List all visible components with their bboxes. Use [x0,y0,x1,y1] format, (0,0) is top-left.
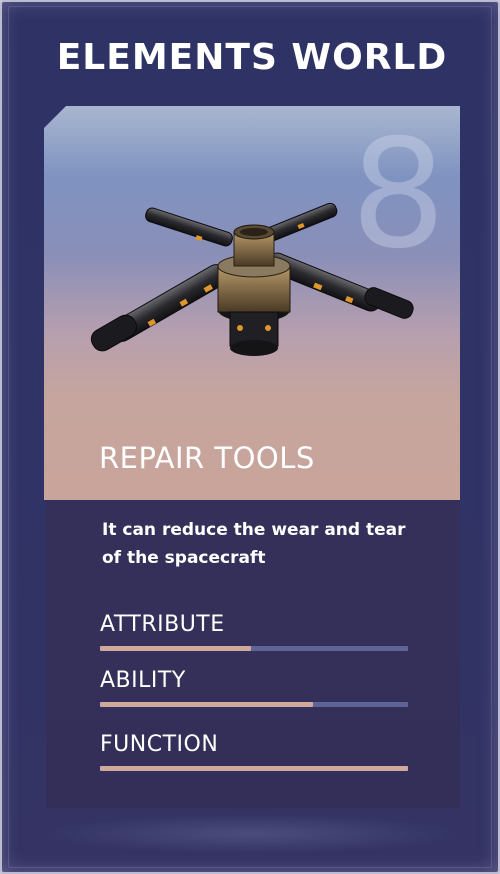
item-description: It can reduce the wear and tear of the s… [102,520,406,568]
stat-bar [100,766,408,771]
stat-bar [100,702,408,707]
card-bottom-glow [42,814,462,854]
stat-label: ABILITY [100,668,186,693]
stat-bar [100,646,408,651]
stat-bar-fill [100,766,408,771]
item-info-panel: It can reduce the wear and tear of the s… [46,500,460,808]
game-title: ELEMENTS WORLD [56,37,448,78]
stat-label: FUNCTION [100,732,219,757]
item-name: REPAIR TOOLS [99,441,315,475]
item-card: ELEMENTS WORLD 8 REPAIR TOOLS It can red… [0,0,500,874]
stat-function: FUNCTION [100,732,408,771]
stat-bar-fill [100,646,251,651]
stat-ability: ABILITY [100,668,408,707]
stat-attribute: ATTRIBUTE [100,612,408,651]
stat-bar-fill [100,702,313,707]
repair-tool-drone-icon [90,202,414,356]
stat-label: ATTRIBUTE [100,612,225,637]
item-artwork-panel: 8 REPAIR TOOLS [44,106,460,500]
